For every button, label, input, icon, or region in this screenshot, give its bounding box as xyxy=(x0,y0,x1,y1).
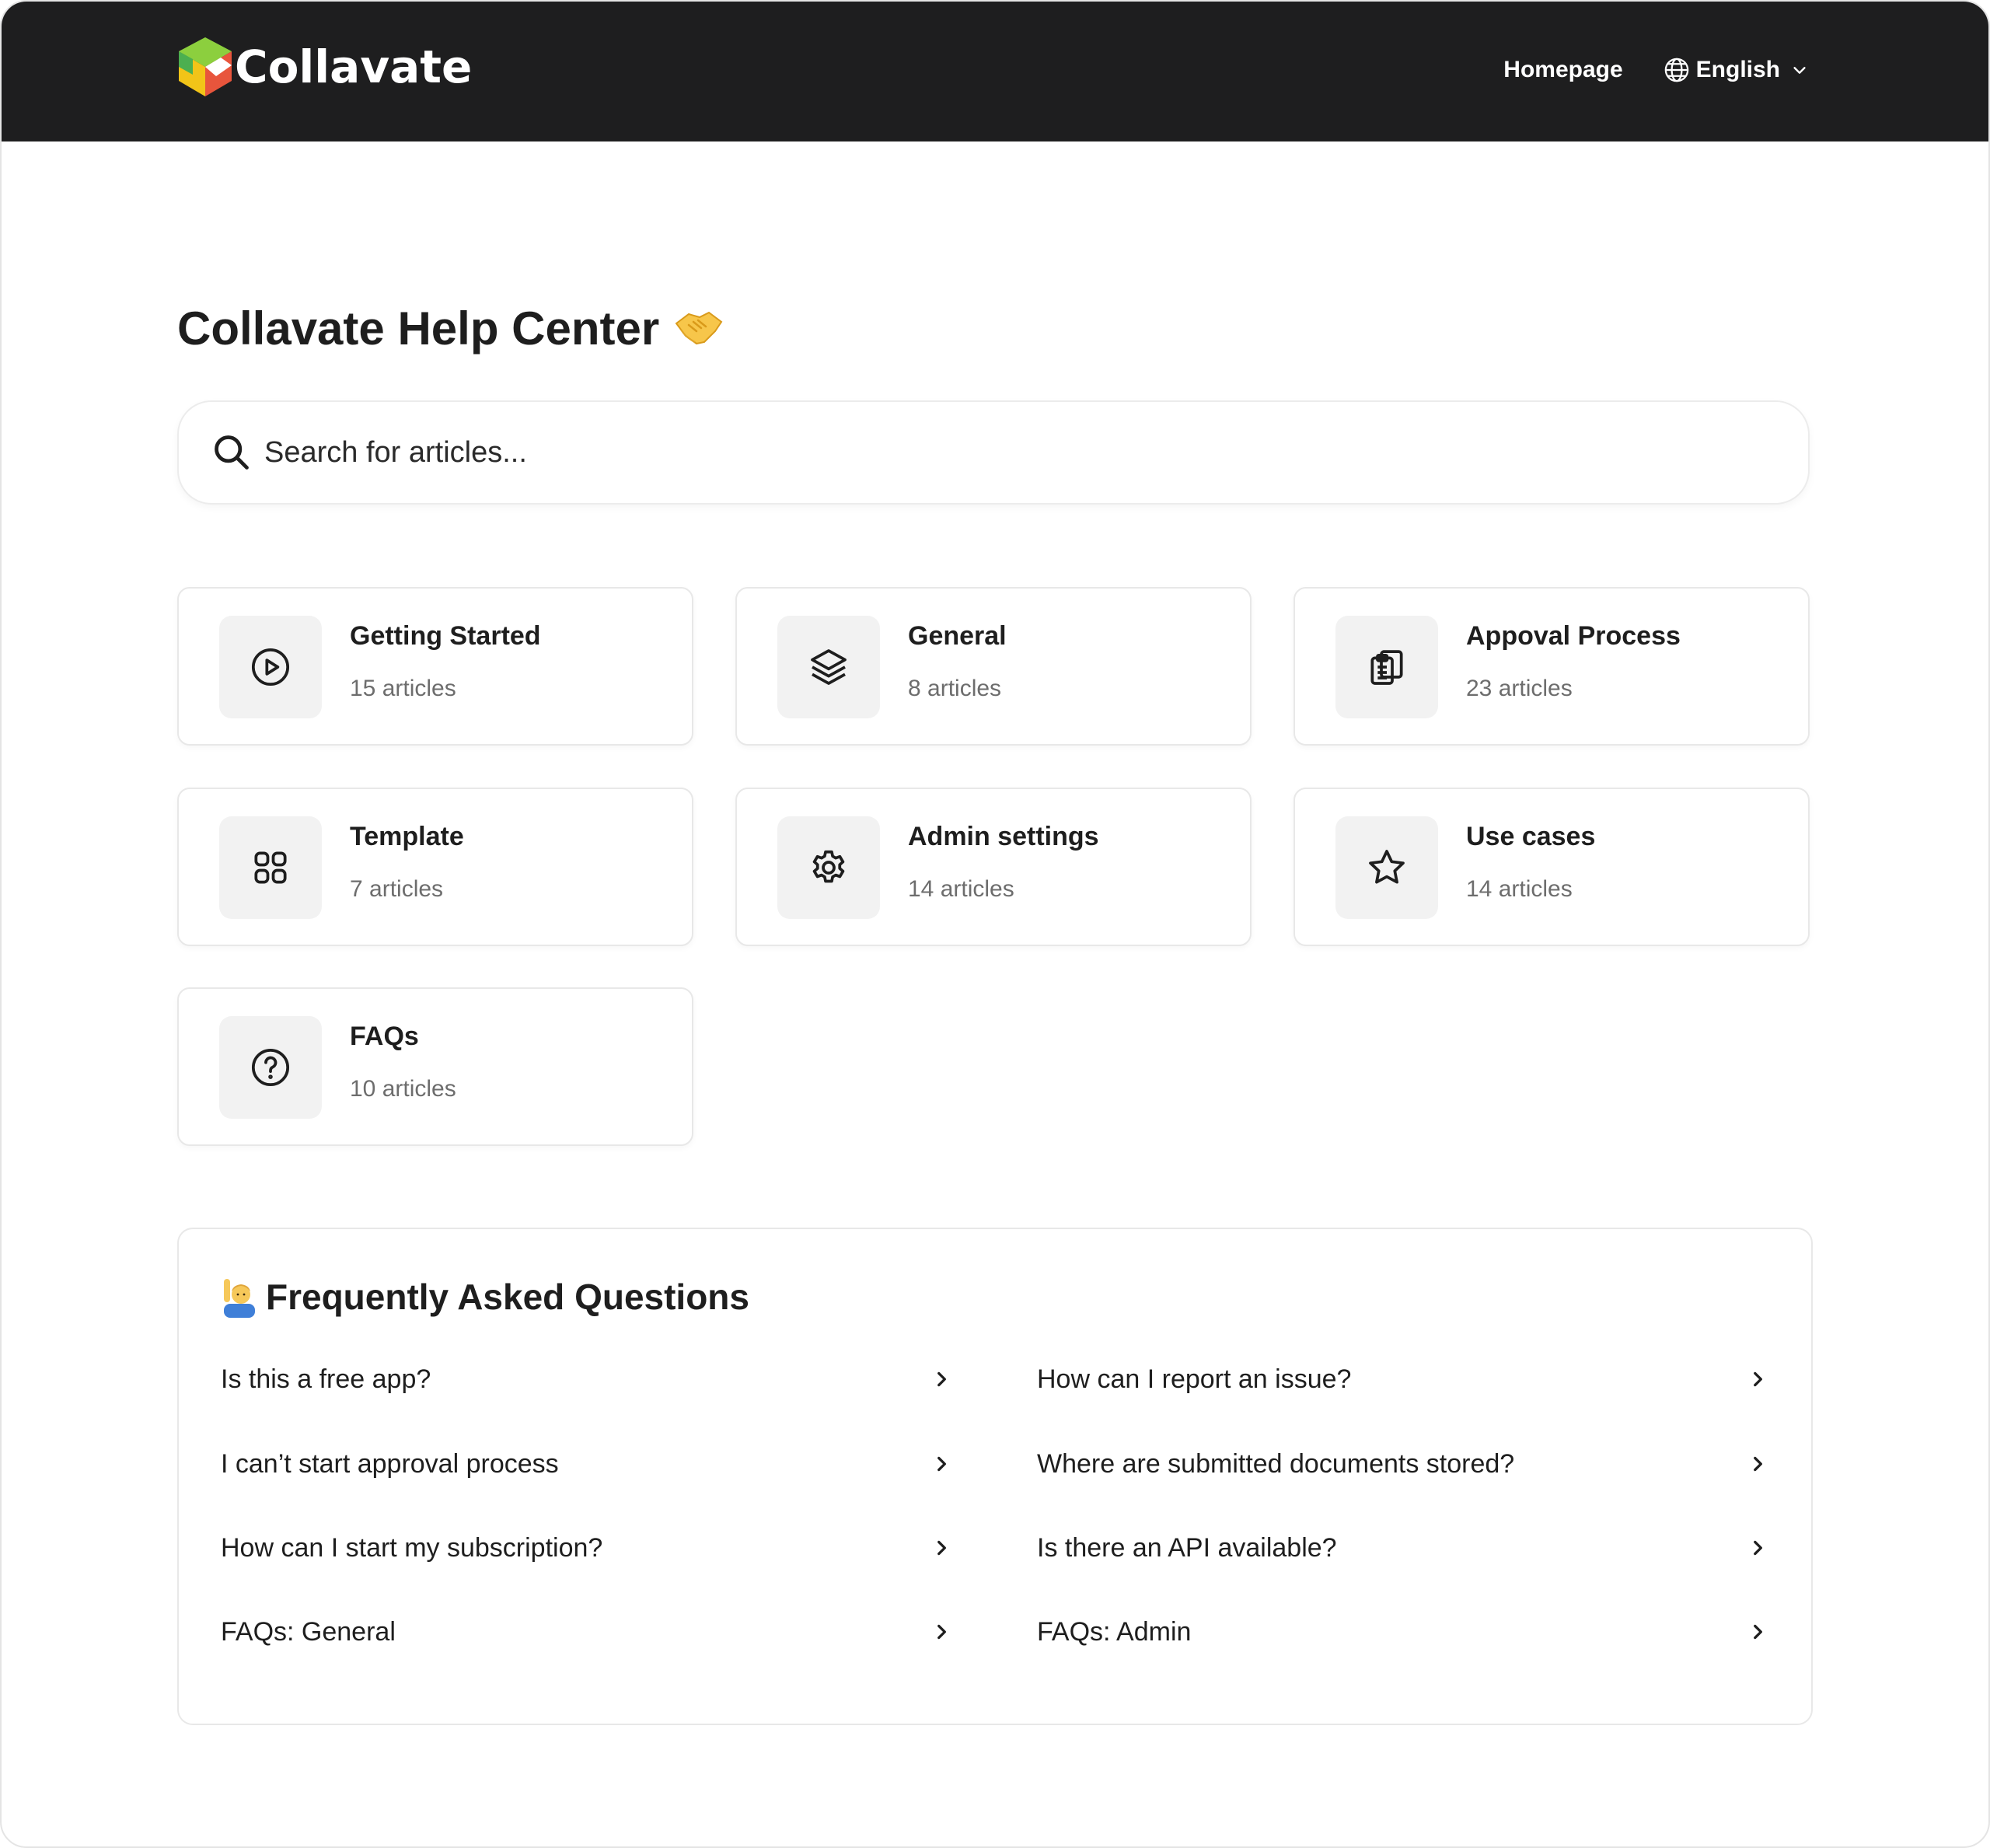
category-icon-box xyxy=(1335,616,1438,718)
clipboard-copy-icon xyxy=(1370,650,1403,685)
category-card-use-cases[interactable]: Use cases 14 articles xyxy=(1294,788,1810,946)
faq-question: How can I report an issue? xyxy=(1037,1364,1352,1394)
category-icon-box xyxy=(219,816,322,919)
faq-question: Is there an API available? xyxy=(1037,1532,1337,1563)
person-raising-hand-emoji-icon xyxy=(224,1279,255,1318)
category-count: 10 articles xyxy=(350,1076,456,1102)
category-title: FAQs xyxy=(350,1022,419,1051)
category-title: General xyxy=(908,621,1007,651)
layers-icon xyxy=(811,649,847,685)
search-input[interactable] xyxy=(263,435,1743,470)
star-icon xyxy=(1369,850,1405,884)
category-icon-box xyxy=(219,1016,322,1119)
category-icon-box xyxy=(219,616,322,718)
faq-item-left-3[interactable]: How can I start my subscription? xyxy=(221,1517,951,1579)
chevron-right-icon xyxy=(1754,1540,1762,1556)
chevron-right-icon xyxy=(937,1540,946,1556)
faq-question: I can’t start approval process xyxy=(221,1448,559,1479)
faq-question: FAQs: Admin xyxy=(1037,1616,1192,1647)
category-title: Admin settings xyxy=(908,822,1099,851)
handshake-emoji-icon xyxy=(675,311,723,345)
language-label: English xyxy=(1695,57,1780,82)
faq-item-right-1[interactable]: How can I report an issue? xyxy=(1037,1348,1768,1410)
category-title: Appoval Process xyxy=(1466,621,1681,651)
faq-question: Where are submitted documents stored? xyxy=(1037,1448,1515,1479)
faq-heading-text: Frequently Asked Questions xyxy=(266,1277,749,1317)
category-card-faqs[interactable]: FAQs 10 articles xyxy=(177,987,693,1146)
page-title: Collavate Help Center xyxy=(177,297,724,359)
brand-name: Collavate xyxy=(235,40,473,93)
page-title-text: Collavate Help Center xyxy=(177,302,660,355)
faq-item-left-1[interactable]: Is this a free app? xyxy=(221,1348,951,1410)
search-icon xyxy=(215,435,249,470)
chevron-right-icon xyxy=(1754,1456,1762,1472)
faq-item-right-2[interactable]: Where are submitted documents stored? xyxy=(1037,1433,1768,1495)
search-bar[interactable] xyxy=(177,400,1810,505)
category-count: 14 articles xyxy=(1466,876,1573,902)
gear-icon xyxy=(812,850,845,883)
category-title: Use cases xyxy=(1466,822,1596,851)
globe-icon xyxy=(1664,58,1688,82)
faq-panel: Frequently Asked Questions Is this a fre… xyxy=(177,1228,1813,1725)
faq-item-left-2[interactable]: I can’t start approval process xyxy=(221,1433,951,1495)
chevron-right-icon xyxy=(1754,1371,1762,1387)
chevron-right-icon xyxy=(937,1371,946,1387)
category-icon-box xyxy=(1335,816,1438,919)
category-count: 7 articles xyxy=(350,876,444,902)
category-title: Getting Started xyxy=(350,621,541,651)
category-card-approval-process[interactable]: Appoval Process 23 articles xyxy=(1294,587,1810,746)
collavate-logo-icon xyxy=(179,37,232,96)
chevron-right-icon xyxy=(1754,1624,1762,1640)
faq-question: How can I start my subscription? xyxy=(221,1532,603,1563)
category-count: 23 articles xyxy=(1466,676,1573,701)
category-count: 14 articles xyxy=(908,876,1014,902)
browser-frame: Collavate Homepage English Collavate Hel… xyxy=(0,0,1990,1848)
chevron-right-icon xyxy=(937,1456,946,1472)
faq-item-right-3[interactable]: Is there an API available? xyxy=(1037,1517,1768,1579)
category-icon-box xyxy=(777,616,880,718)
question-circle-icon xyxy=(251,1048,290,1087)
chevron-right-icon xyxy=(937,1624,946,1640)
play-circle-icon xyxy=(251,648,290,686)
faq-item-left-4[interactable]: FAQs: General xyxy=(221,1601,951,1663)
faq-item-right-4[interactable]: FAQs: Admin xyxy=(1037,1601,1768,1663)
header-nav: Homepage English xyxy=(1503,45,1808,95)
category-count: 8 articles xyxy=(908,676,1002,701)
category-card-general[interactable]: General 8 articles xyxy=(735,587,1252,746)
category-icon-box xyxy=(777,816,880,919)
chevron-down-icon xyxy=(1793,67,1806,74)
homepage-link[interactable]: Homepage xyxy=(1503,57,1622,83)
brand-logo[interactable]: Collavate xyxy=(177,36,472,98)
faq-question: FAQs: General xyxy=(221,1616,396,1647)
category-count: 15 articles xyxy=(350,676,456,701)
top-header: Collavate Homepage English xyxy=(2,2,1988,141)
category-title: Template xyxy=(350,822,464,851)
language-selector[interactable]: English xyxy=(1664,57,1808,83)
category-card-template[interactable]: Template 7 articles xyxy=(177,788,693,946)
faq-heading: Frequently Asked Questions xyxy=(221,1276,749,1318)
category-card-getting-started[interactable]: Getting Started 15 articles xyxy=(177,587,693,746)
faq-question: Is this a free app? xyxy=(221,1364,431,1394)
grid-icon xyxy=(254,851,287,884)
category-card-admin-settings[interactable]: Admin settings 14 articles xyxy=(735,788,1252,946)
